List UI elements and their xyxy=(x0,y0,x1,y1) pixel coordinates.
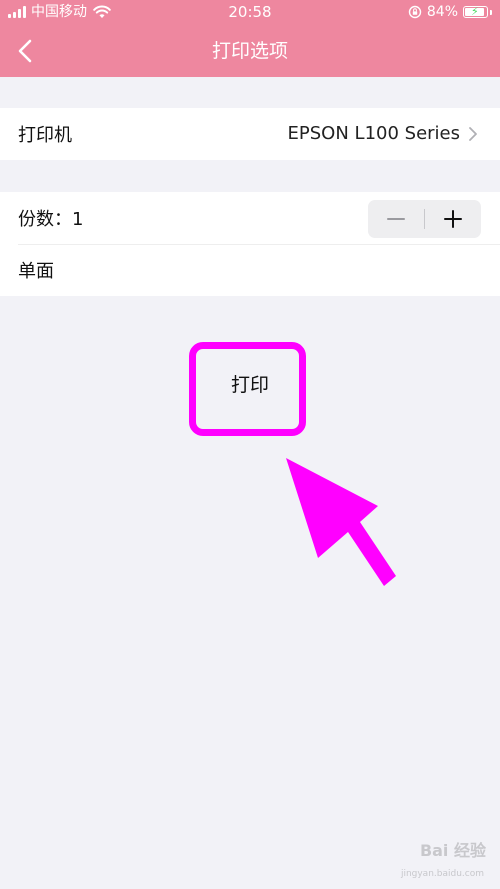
battery-cap xyxy=(490,9,492,15)
rotation-lock-icon xyxy=(408,5,422,19)
copies-stepper xyxy=(368,200,481,238)
watermark-url: jingyan.baidu.com xyxy=(400,869,484,879)
duplex-row[interactable]: 单面 xyxy=(0,244,500,296)
chevron-right-icon xyxy=(469,127,477,141)
copies-label: 份数：1 xyxy=(18,209,84,230)
battery-icon: ⚡ xyxy=(463,6,488,18)
plus-icon xyxy=(444,210,462,228)
printer-row[interactable]: 打印机 EPSON L100 Series xyxy=(0,108,500,160)
nav-bar: 打印选项 xyxy=(0,26,500,77)
watermark-text: Bai 经验 xyxy=(419,841,486,860)
printer-group: 打印机 EPSON L100 Series xyxy=(0,108,500,160)
decrement-button[interactable] xyxy=(368,200,424,238)
status-bar-right: 84% ⚡ xyxy=(408,4,492,20)
status-bar: 中国移动 20:58 84% ⚡ xyxy=(0,0,500,26)
printer-label: 打印机 xyxy=(18,125,72,146)
charging-bolt-icon: ⚡ xyxy=(471,5,479,18)
app-header: 中国移动 20:58 84% ⚡ 打印选项 xyxy=(0,0,500,77)
increment-button[interactable] xyxy=(425,200,481,238)
battery-percent: 84% xyxy=(426,4,458,20)
minus-icon xyxy=(387,218,405,220)
duplex-label: 单面 xyxy=(18,261,54,282)
print-button[interactable]: 打印 xyxy=(200,360,300,410)
page-title: 打印选项 xyxy=(211,40,288,62)
printer-value: EPSON L100 Series xyxy=(287,123,460,144)
options-group: 份数：1 单面 xyxy=(0,192,500,296)
copies-row: 份数：1 xyxy=(0,192,500,244)
